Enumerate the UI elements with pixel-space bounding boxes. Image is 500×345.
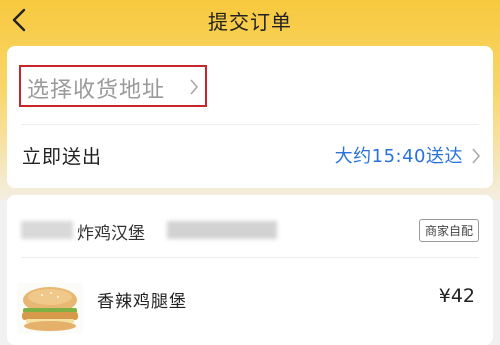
- chevron-right-icon: [472, 148, 481, 164]
- chevron-right-icon: [190, 79, 199, 95]
- delivery-badge: 商家自配: [418, 219, 479, 242]
- delivery-time-row[interactable]: 立即送出 大约15:40送达: [7, 134, 493, 174]
- address-card: 选择收货地址 立即送出 大约15:40送达: [7, 46, 493, 188]
- select-address-label: 选择收货地址: [27, 78, 166, 103]
- delivery-mode-label: 立即送出: [22, 146, 103, 168]
- delivery-eta: 大约15:40送达: [334, 146, 463, 167]
- burger-image: [17, 283, 83, 333]
- blurred-text: [21, 221, 73, 239]
- navbar: 提交订单: [0, 0, 500, 40]
- shop-name: 炸鸡汉堡: [77, 224, 145, 244]
- divider: [21, 124, 479, 125]
- blurred-text: [167, 221, 277, 239]
- order-card: 炸鸡汉堡 商家自配 香辣鸡腿堡 ¥42: [7, 195, 493, 345]
- select-address-button[interactable]: 选择收货地址: [19, 65, 207, 107]
- item-price: ¥42: [438, 285, 475, 307]
- page-title: 提交订单: [208, 10, 292, 34]
- divider: [21, 257, 479, 258]
- item-name: 香辣鸡腿堡: [97, 292, 187, 312]
